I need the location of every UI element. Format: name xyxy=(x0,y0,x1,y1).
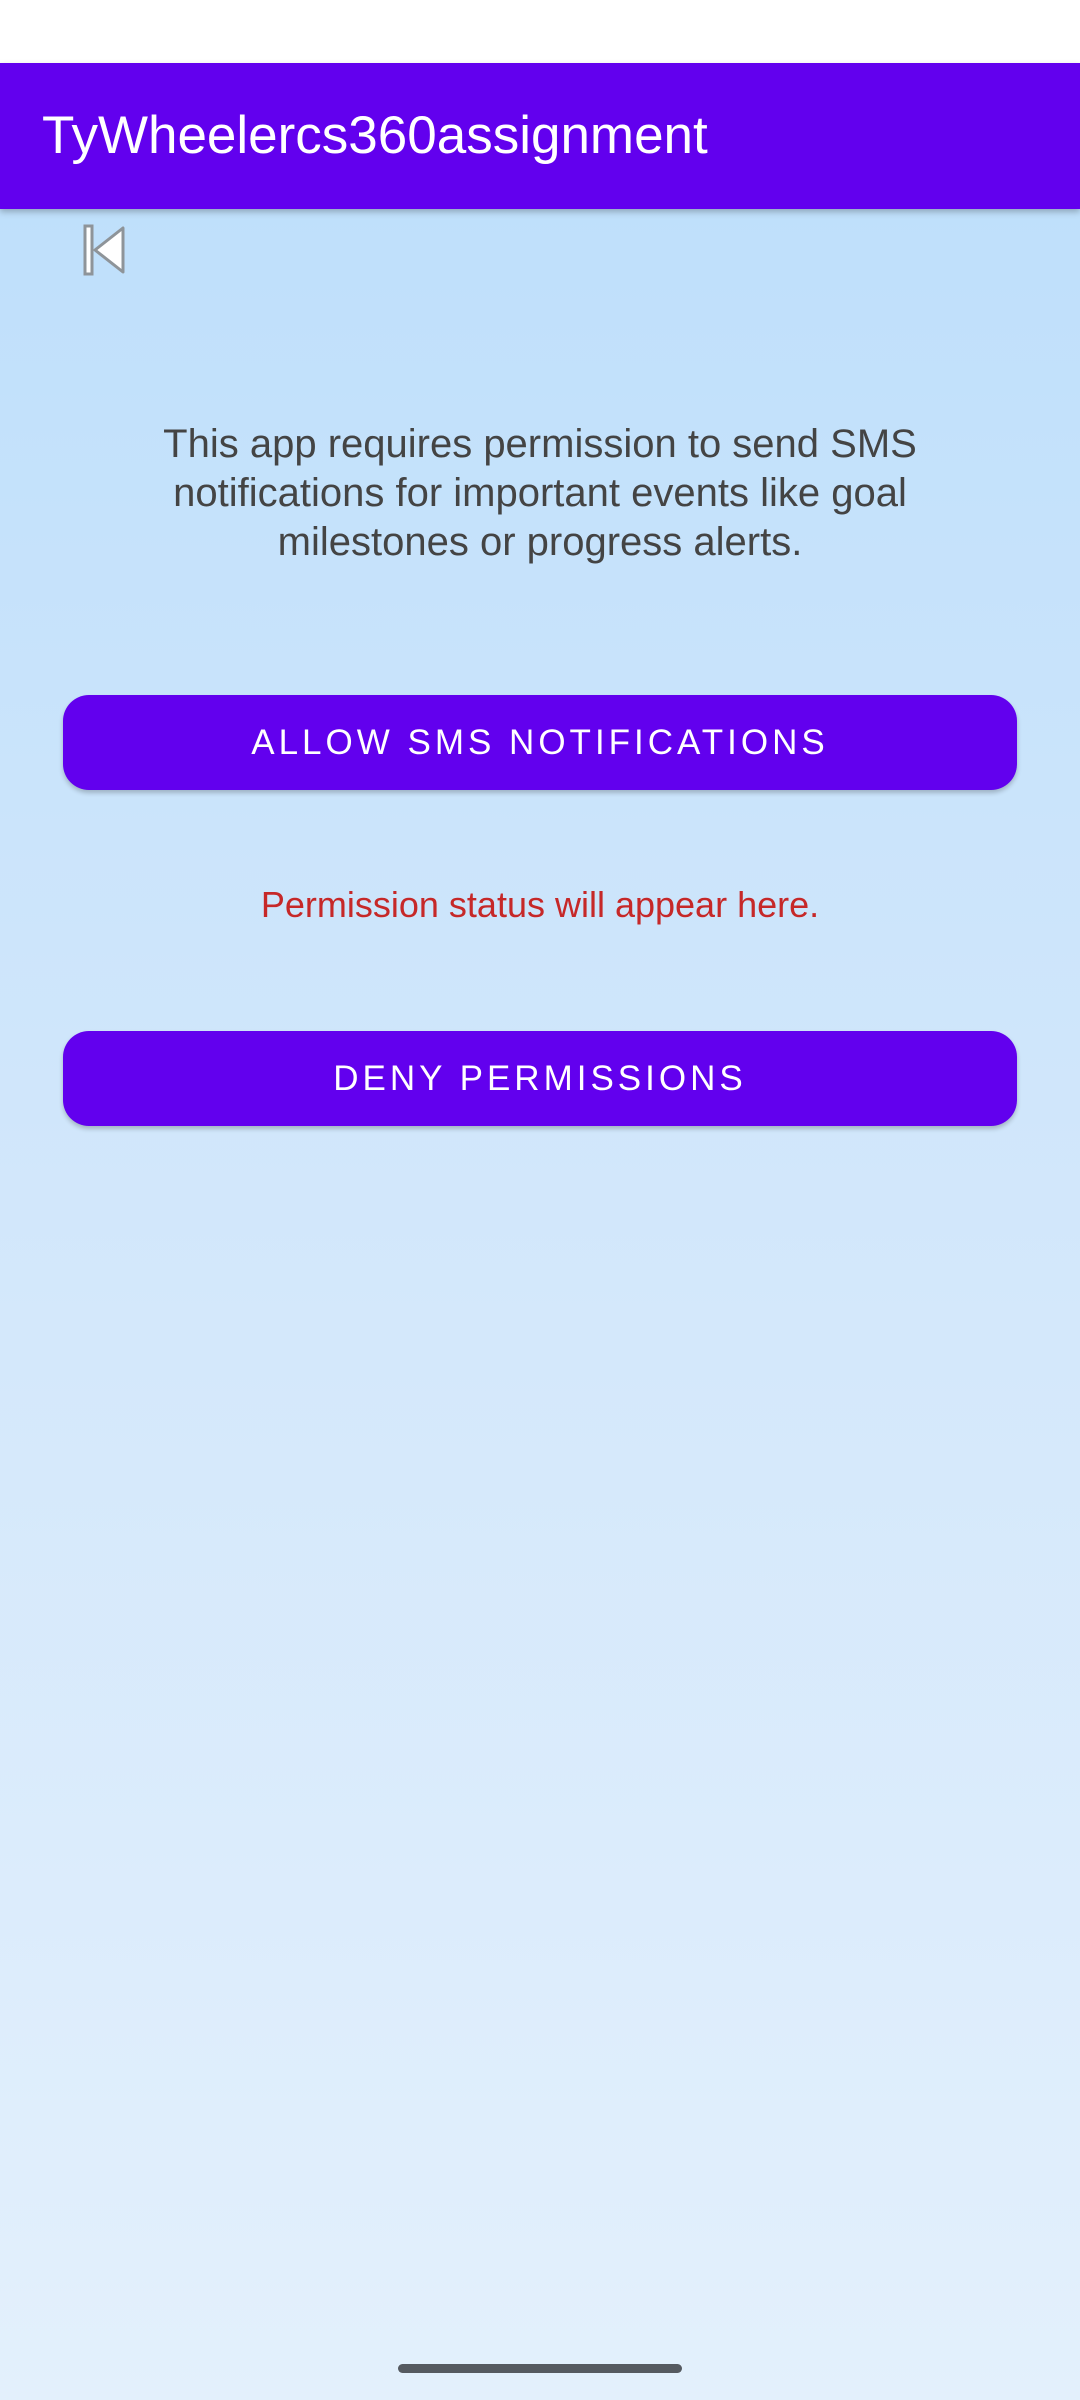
app-bar: TyWheelercs360assignment xyxy=(0,63,1080,209)
app-title: TyWheelercs360assignment xyxy=(42,106,708,165)
deny-permissions-button[interactable]: DENY PERMISSIONS xyxy=(63,1031,1017,1126)
skip-previous-icon xyxy=(83,224,125,276)
home-indicator[interactable] xyxy=(398,2364,682,2373)
status-bar xyxy=(0,0,1080,63)
back-button[interactable] xyxy=(70,215,140,285)
permission-status-text: Permission status will appear here. xyxy=(260,884,820,925)
allow-sms-notifications-button[interactable]: ALLOW SMS NOTIFICATIONS xyxy=(63,695,1017,790)
permission-description: This app requires permission to send SMS… xyxy=(163,422,917,564)
